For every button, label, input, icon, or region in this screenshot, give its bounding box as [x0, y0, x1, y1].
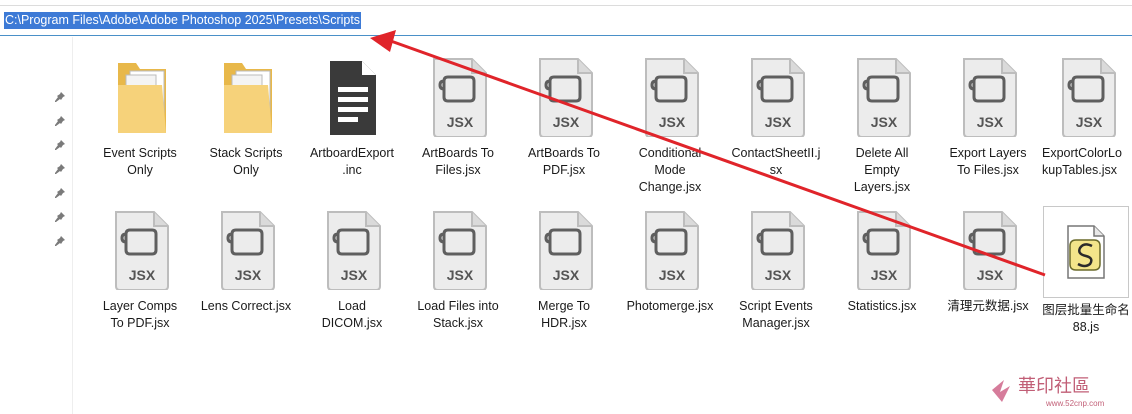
pin-icon[interactable] — [54, 235, 66, 247]
file-item[interactable]: JSX Merge To HDR.jsx — [512, 210, 616, 332]
file-name: ArtboardExport .inc — [309, 146, 395, 177]
svg-text:JSX: JSX — [553, 267, 580, 283]
file-name: Conditional Mode Change.jsx — [638, 146, 702, 194]
file-thumbnail-frame — [1043, 206, 1129, 298]
svg-text:JSX: JSX — [977, 267, 1004, 283]
svg-text:JSX: JSX — [341, 267, 368, 283]
file-item[interactable]: JSX Layer Comps To PDF.jsx — [88, 210, 192, 332]
pin-icon[interactable] — [54, 211, 66, 223]
svg-text:JSX: JSX — [871, 267, 898, 283]
file-item[interactable]: JSX 清理元数据.jsx — [936, 210, 1040, 315]
file-item[interactable]: JSX Load DICOM.jsx — [300, 210, 404, 332]
file-name: 图层批量生命名 88.js — [1042, 303, 1130, 334]
file-item[interactable]: JSX Delete All Empty Layers.jsx — [830, 57, 934, 196]
file-name: Export Layers To Files.jsx — [949, 146, 1027, 177]
jsx-script-icon: JSX — [433, 58, 487, 137]
pin-icon[interactable] — [54, 163, 66, 175]
folder-icon: JSX — [224, 63, 272, 133]
folder-item[interactable]: JSX Stack Scripts Only — [194, 57, 298, 179]
file-item[interactable]: JSX ArtBoards To Files.jsx — [406, 57, 510, 179]
file-name: ContactSheetII.j sx — [731, 146, 821, 177]
file-item[interactable]: 图层批量生命名 88.js — [1040, 206, 1132, 336]
file-item[interactable]: JSX Load Files into Stack.jsx — [406, 210, 510, 332]
file-name: Stack Scripts Only — [209, 146, 283, 177]
svg-text:JSX: JSX — [659, 267, 686, 283]
js-script-icon — [1067, 225, 1105, 279]
svg-text:JSX: JSX — [1076, 114, 1103, 130]
jsx-script-icon: JSX — [1062, 58, 1116, 137]
file-name: Lens Correct.jsx — [200, 299, 292, 313]
svg-text:JSX: JSX — [129, 267, 156, 283]
jsx-script-icon: JSX — [751, 211, 805, 290]
watermark-url: www.52cnp.com — [1045, 399, 1105, 408]
file-name: 清理元数据.jsx — [947, 299, 1029, 313]
jsx-script-icon: JSX — [645, 211, 699, 290]
jsx-script-icon: JSX — [963, 58, 1017, 137]
file-name: ArtBoards To PDF.jsx — [527, 146, 601, 177]
file-item[interactable]: JSX Conditional Mode Change.jsx — [618, 57, 722, 196]
pin-icon[interactable] — [54, 139, 66, 151]
file-name: Photomerge.jsx — [626, 299, 714, 313]
file-item[interactable]: JSX ExportColorLo kupTables.jsx — [1042, 57, 1132, 179]
address-path[interactable]: C:\Program Files\Adobe\Adobe Photoshop 2… — [4, 12, 362, 29]
svg-text:JSX: JSX — [977, 114, 1004, 130]
svg-text:JSX: JSX — [765, 114, 792, 130]
file-item[interactable]: JSX Lens Correct.jsx — [194, 210, 298, 315]
folder-item[interactable]: JSX Event Scripts Only — [88, 57, 192, 179]
jsx-script-icon: JSX — [857, 58, 911, 137]
document-icon — [330, 61, 376, 135]
jsx-script-icon: JSX — [751, 58, 805, 137]
navigation-pane — [0, 37, 73, 414]
pin-icon[interactable] — [54, 91, 66, 103]
file-name: Load Files into Stack.jsx — [417, 299, 499, 330]
file-name: Layer Comps To PDF.jsx — [102, 299, 178, 330]
file-name: Script Events Manager.jsx — [739, 299, 813, 330]
file-name: Delete All Empty Layers.jsx — [853, 146, 911, 194]
jsx-script-icon: JSX — [221, 211, 275, 290]
file-name: ArtBoards To Files.jsx — [421, 146, 495, 177]
svg-text:JSX: JSX — [553, 114, 580, 130]
file-item[interactable]: JSX Script Events Manager.jsx — [724, 210, 828, 332]
svg-text:JSX: JSX — [235, 267, 262, 283]
file-name: Load DICOM.jsx — [321, 299, 383, 330]
jsx-script-icon: JSX — [433, 211, 487, 290]
file-name: Event Scripts Only — [103, 146, 177, 177]
pin-icon[interactable] — [54, 187, 66, 199]
watermark-text: 華印社區 — [1018, 376, 1090, 397]
jsx-script-icon: JSX — [539, 211, 593, 290]
top-divider — [0, 5, 1132, 6]
jsx-script-icon: JSX — [645, 58, 699, 137]
pin-icon[interactable] — [54, 115, 66, 127]
jsx-script-icon: JSX — [857, 211, 911, 290]
svg-text:JSX: JSX — [871, 114, 898, 130]
file-item[interactable]: JSX Photomerge.jsx — [618, 210, 722, 315]
svg-text:JSX: JSX — [765, 267, 792, 283]
file-name: Statistics.jsx — [847, 299, 917, 313]
address-bar[interactable]: C:\Program Files\Adobe\Adobe Photoshop 2… — [0, 8, 1132, 36]
file-item[interactable]: JSX Export Layers To Files.jsx — [936, 57, 1040, 179]
jsx-script-icon: JSX — [963, 211, 1017, 290]
svg-text:JSX: JSX — [447, 267, 474, 283]
svg-text:JSX: JSX — [447, 114, 474, 130]
jsx-script-icon: JSX — [115, 211, 169, 290]
file-name: Merge To HDR.jsx — [538, 299, 590, 330]
folder-icon: JSX — [118, 63, 166, 133]
file-item[interactable]: JSX ContactSheetII.j sx — [724, 57, 828, 179]
jsx-script-icon: JSX — [539, 58, 593, 137]
file-name: ExportColorLo kupTables.jsx — [1042, 146, 1122, 177]
svg-text:JSX: JSX — [659, 114, 686, 130]
file-item[interactable]: JSX ArtBoards To PDF.jsx — [512, 57, 616, 179]
jsx-script-icon: JSX — [327, 211, 381, 290]
file-item[interactable]: ArtboardExport .inc — [300, 57, 404, 179]
file-item[interactable]: JSX Statistics.jsx — [830, 210, 934, 315]
watermark-logo: 華印社區 www.52cnp.com — [992, 376, 1105, 408]
